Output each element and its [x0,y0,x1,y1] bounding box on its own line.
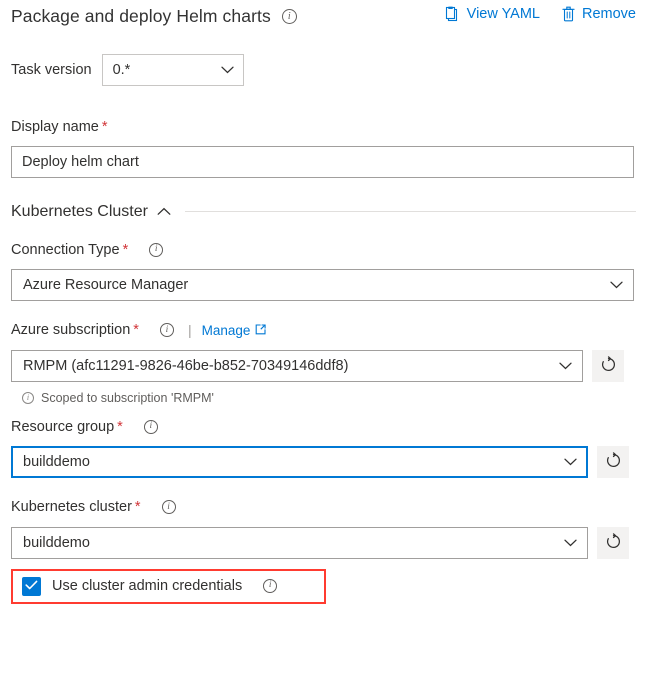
kubernetes-cluster-field: Kubernetes cluster * i builddemo [11,500,650,559]
page-header: Package and deploy Helm charts i View YA… [0,0,650,40]
info-icon: i [22,392,34,404]
resource-group-label: Resource group * i [11,420,650,435]
refresh-icon [605,533,622,553]
kubernetes-cluster-value: builddemo [23,535,564,551]
label-separator: | [188,323,192,337]
page-title: Package and deploy Helm charts [11,6,271,27]
manage-link[interactable]: Manage [202,324,267,338]
chevron-down-icon [559,357,572,375]
connection-type-label-text: Connection Type [11,243,120,258]
required-marker: * [135,500,141,515]
connection-type-dropdown[interactable]: Azure Resource Manager [11,269,634,301]
info-icon[interactable]: i [149,243,163,257]
chevron-down-icon [564,453,577,471]
task-version-value: 0.* [113,62,221,78]
chevron-down-icon [610,276,623,294]
display-name-value: Deploy helm chart [22,154,139,170]
task-version-row: Task version 0.* [11,54,650,86]
display-name-field: Display name * Deploy helm chart [11,120,650,178]
connection-type-field: Connection Type * i Azure Resource Manag… [11,243,650,302]
task-version-label: Task version [11,62,92,78]
kubernetes-cluster-section-header[interactable]: Kubernetes Cluster [11,203,636,221]
resource-group-dropdown[interactable]: builddemo [11,446,588,478]
resource-group-field: Resource group * i builddemo [11,420,650,479]
refresh-icon [605,452,622,472]
connection-type-value: Azure Resource Manager [23,277,610,293]
info-icon[interactable]: i [160,323,174,337]
clipboard-icon [445,6,460,22]
trash-icon [562,6,575,22]
azure-subscription-label-text: Azure subscription [11,323,130,338]
chevron-up-icon[interactable] [157,203,171,221]
kubernetes-cluster-label-text: Kubernetes cluster [11,500,132,515]
checkmark-icon [25,577,38,595]
info-icon[interactable]: i [144,420,158,434]
azure-subscription-helper-text: Scoped to subscription 'RMPM' [41,391,214,405]
refresh-icon [600,356,617,376]
azure-subscription-field: Azure subscription * i | Manage RMPM (af… [11,323,650,405]
view-yaml-button[interactable]: View YAML [445,6,540,22]
checkbox-box[interactable] [22,577,41,596]
manage-link-label: Manage [202,324,251,338]
azure-subscription-refresh-button[interactable] [592,350,624,382]
section-divider [185,211,636,212]
azure-subscription-label: Azure subscription * i | Manage [11,323,650,338]
chevron-down-icon [564,534,577,552]
resource-group-row: builddemo [11,446,650,478]
display-name-label-text: Display name [11,120,99,135]
azure-subscription-dropdown[interactable]: RMPM (afc11291-9826-46be-b852-70349146dd… [11,350,583,382]
resource-group-value: builddemo [23,454,564,470]
info-icon[interactable]: i [162,500,176,514]
remove-label: Remove [582,6,636,22]
remove-button[interactable]: Remove [562,6,636,22]
display-name-label: Display name * [11,120,650,135]
kubernetes-cluster-dropdown[interactable]: builddemo [11,527,588,559]
resource-group-label-text: Resource group [11,420,114,435]
kubernetes-cluster-row: builddemo [11,527,650,559]
info-icon[interactable]: i [282,9,297,24]
display-name-input[interactable]: Deploy helm chart [11,146,634,178]
resource-group-refresh-button[interactable] [597,446,629,478]
view-yaml-label: View YAML [467,6,540,22]
header-actions: View YAML Remove [445,6,636,22]
azure-subscription-row: RMPM (afc11291-9826-46be-b852-70349146dd… [11,350,650,382]
info-icon[interactable]: i [263,579,277,593]
use-cluster-admin-credentials-checkbox[interactable]: Use cluster admin credentials i [22,577,277,596]
section-title: Kubernetes Cluster [11,203,148,221]
required-marker: * [133,323,139,338]
admin-credentials-highlight: Use cluster admin credentials i [11,569,326,604]
required-marker: * [102,120,108,135]
checkbox-label: Use cluster admin credentials [52,578,242,594]
azure-subscription-helper: i Scoped to subscription 'RMPM' [22,391,650,405]
external-link-icon [255,324,266,338]
kubernetes-cluster-label: Kubernetes cluster * i [11,500,650,515]
chevron-down-icon [221,61,234,79]
required-marker: * [117,420,123,435]
connection-type-label: Connection Type * i [11,243,650,258]
kubernetes-cluster-refresh-button[interactable] [597,527,629,559]
azure-subscription-value: RMPM (afc11291-9826-46be-b852-70349146dd… [23,358,559,374]
task-version-select[interactable]: 0.* [102,54,244,86]
required-marker: * [123,243,129,258]
